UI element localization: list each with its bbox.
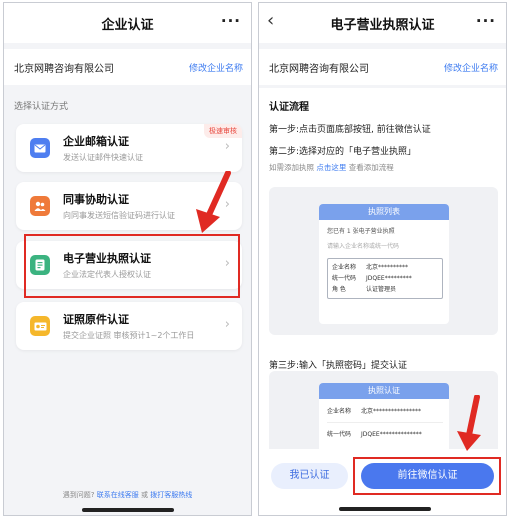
mock-header: 执照列表 [319,204,449,220]
page-title: 电子营业执照认证 [330,17,435,33]
license-list-mock: 执照列表 您已有 1 张电子营业执照 请输入企业名称或统一代码 企业名称 北京**… [319,204,449,324]
already-verified-button[interactable]: 我已认证 [271,463,348,489]
nav-bar: 企业认证 ··· [4,3,251,43]
page-title: 企业认证 [101,17,154,33]
mock-row: 企业名称 北京********** [332,264,409,271]
mock-header: 执照认证 [319,383,449,399]
id-card-icon [30,316,50,336]
license-list-illustration: 执照列表 您已有 1 张电子营业执照 请输入企业名称或统一代码 企业名称 北京**… [269,187,498,335]
method-title: 同事协助认证 [63,193,129,206]
view-flow-text: 查看添加流程 [348,163,394,172]
click-here-link[interactable]: 点击这里 [316,163,346,172]
method-subtitle: 发送认证邮件快速认证 [63,153,143,162]
chevron-right-icon: › [224,139,230,154]
bottom-action-bar: 我已认证 前往微信认证 [259,449,506,515]
method-title: 企业邮箱认证 [63,135,129,148]
hotline-link[interactable]: 拨打客服热线 [150,491,192,499]
flow-title: 认证流程 [269,102,309,113]
edit-company-link[interactable]: 修改企业名称 [189,61,243,74]
step-2-links: 如需添加执照 点击这里 查看添加流程 [269,162,496,173]
mail-icon [30,138,50,158]
company-row: 北京网聘咨询有限公司 修改企业名称 [4,49,251,85]
right-screen: ‹ 电子营业执照认证 ··· 北京网聘咨询有限公司 修改企业名称 认证流程 第一… [258,2,507,516]
mock-row: 统一代码 JDQEE********* [332,275,412,282]
back-icon[interactable]: ‹ [267,10,274,31]
mock-search: 请输入企业名称或统一代码 [327,243,400,250]
mock-line: 您已有 1 张电子营业执照 [327,228,395,235]
step-3: 第三步:输入「执照密码」提交认证 [269,361,408,371]
step-1: 第一步:点击页面底部按钮, 前往微信认证 [269,125,431,135]
highlight-box [353,457,501,495]
help-text: 遇到问题? 联系在线客服 或 拨打客服热线 [4,490,251,500]
section-label: 选择认证方式 [14,102,69,112]
method-card-original-cert[interactable]: 证照原件认证 提交企业证照 审核预计1~2个工作日 › [16,302,242,350]
fast-review-badge: 极速审核 [204,124,242,138]
mock-row: 统一代码 JDQEE************** [327,431,422,438]
edit-company-link[interactable]: 修改企业名称 [444,61,498,74]
left-screen: 企业认证 ··· 北京网聘咨询有限公司 修改企业名称 选择认证方式 企业邮箱认证… [3,2,252,516]
online-service-link[interactable]: 联系在线客服 [97,491,139,499]
method-card-email[interactable]: 企业邮箱认证 发送认证邮件快速认证 极速审核 › [16,124,242,172]
more-icon[interactable]: ··· [221,12,241,30]
home-indicator [82,508,174,512]
method-subtitle: 向同事发送短信验证码进行认证 [63,211,175,220]
people-icon [30,196,50,216]
mock-row: 企业名称 北京**************** [327,408,422,415]
method-subtitle: 提交企业证照 审核预计1~2个工作日 [63,331,195,340]
mock-license-card: 企业名称 北京********** 统一代码 JDQEE********* 角 色认… [327,258,443,299]
mock-row: 角 色认证管理员 [332,286,397,293]
company-name: 北京网聘咨询有限公司 [14,63,114,75]
help-prefix: 遇到问题? [62,491,95,499]
add-license-text: 如需添加执照 [269,163,314,172]
highlight-box [24,234,240,298]
home-indicator [339,507,431,511]
red-arrow-icon [457,395,481,451]
divider [327,422,443,423]
company-row: 北京网聘咨询有限公司 修改企业名称 [259,49,506,85]
method-title: 证照原件认证 [63,313,129,326]
chevron-right-icon: › [224,317,230,332]
red-arrow-icon [196,171,231,233]
step-2: 第二步:选择对应的「电子营业执照」 [269,147,417,157]
company-name: 北京网聘咨询有限公司 [269,63,369,75]
nav-bar: ‹ 电子营业执照认证 ··· [259,3,506,43]
more-icon[interactable]: ··· [476,12,496,30]
help-or: 或 [140,491,148,499]
